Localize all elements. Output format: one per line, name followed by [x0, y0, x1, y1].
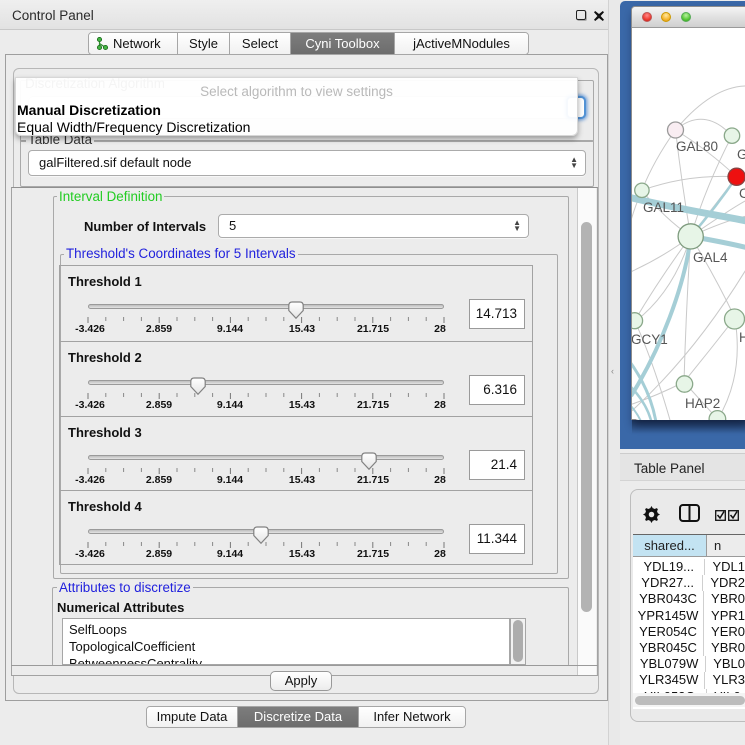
- svg-text:H: H: [739, 330, 745, 345]
- svg-text:GCY1: GCY1: [632, 332, 668, 347]
- svg-text:C: C: [739, 186, 745, 201]
- svg-text:GAL80: GAL80: [676, 139, 718, 154]
- svg-text:G: G: [737, 147, 745, 162]
- svg-text:GAL11: GAL11: [643, 200, 684, 215]
- svg-text:HAP2: HAP2: [685, 396, 720, 411]
- svg-text:GAL4: GAL4: [693, 250, 728, 265]
